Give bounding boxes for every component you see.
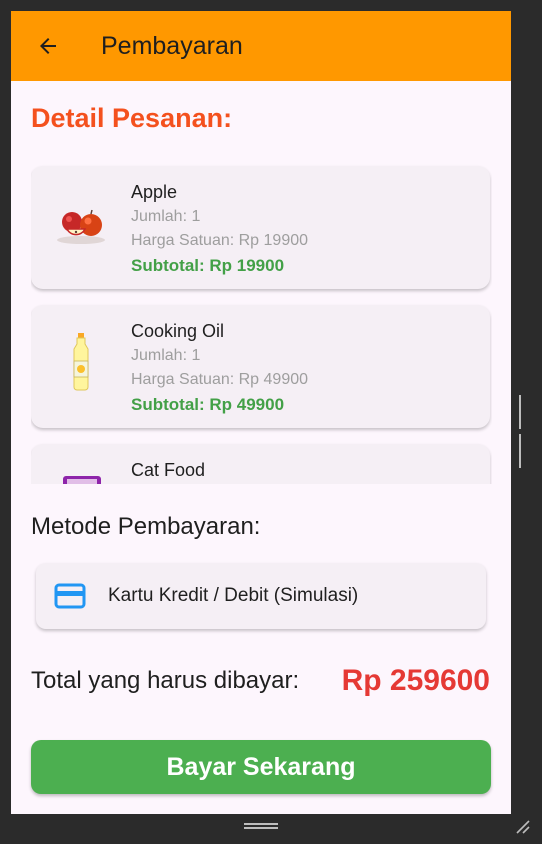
item-name: Cooking Oil: [131, 321, 225, 341]
app-bar: Pembayaran: [11, 11, 511, 81]
item-subtotal: Subtotal: Rp 19900: [131, 256, 285, 275]
item-unit-price: Harga Satuan: Rp 49900: [131, 371, 309, 388]
back-button[interactable]: [33, 31, 63, 61]
resize-grip-icon[interactable]: [513, 817, 531, 835]
order-item-card[interactable]: Apple Jumlah: 1 Harga Satuan: Rp 19900 S…: [31, 166, 490, 289]
item-name: Apple: [131, 182, 178, 202]
arrow-left-icon: [40, 38, 56, 54]
order-item-card[interactable]: Cooking Oil Jumlah: 1 Harga Satuan: Rp 4…: [31, 305, 490, 428]
total-label: Total yang harus dibayar:: [31, 667, 300, 694]
app-screen: Pembayaran Detail Pesanan: Apple Jumlah:…: [11, 11, 511, 814]
window-resize-handle[interactable]: [519, 395, 525, 468]
order-detail-title: Detail Pesanan:: [31, 103, 233, 133]
item-name: Cat Food: [131, 460, 206, 480]
page-title: Pembayaran: [101, 31, 243, 60]
item-unit-price: Harga Satuan: Rp 19900: [131, 232, 309, 249]
payment-method-title: Metode Pembayaran:: [31, 513, 261, 540]
credit-card-icon: [54, 583, 86, 609]
item-quantity: Jumlah: 1: [131, 208, 201, 225]
order-item-list[interactable]: Apple Jumlah: 1 Harga Satuan: Rp 19900 S…: [31, 164, 492, 484]
payment-method-option[interactable]: Kartu Kredit / Debit (Simulasi): [36, 563, 486, 629]
item-quantity: Jumlah: 1: [131, 347, 201, 364]
order-item-card[interactable]: Cat Food: [31, 444, 490, 484]
payment-method-label: Kartu Kredit / Debit (Simulasi): [108, 585, 359, 606]
apple-image: [57, 209, 105, 244]
bottom-drag-handle[interactable]: [244, 823, 278, 831]
cooking-oil-image: [73, 333, 89, 391]
cat-food-image: [63, 476, 101, 484]
item-subtotal: Subtotal: Rp 49900: [131, 395, 285, 414]
pay-now-button[interactable]: Bayar Sekarang: [31, 740, 491, 794]
total-amount: Rp 259600: [341, 664, 490, 697]
